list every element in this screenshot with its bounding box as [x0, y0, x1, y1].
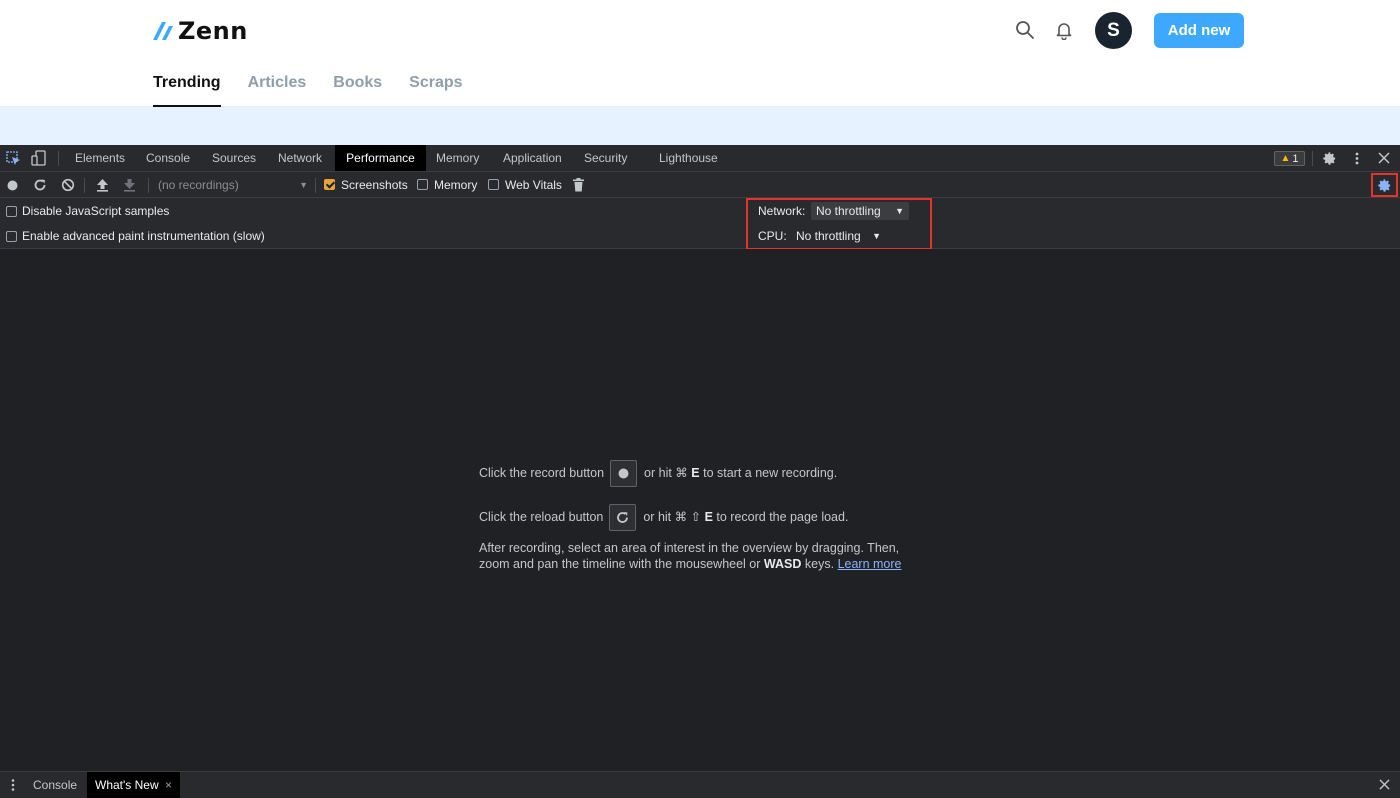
reload-shortcut-key: E	[704, 509, 713, 524]
inspect-element-icon[interactable]	[6, 151, 21, 169]
reload-hint: Click the reload button or hit ⌘ ⇧ E to …	[479, 504, 848, 531]
screenshots-checkbox[interactable]	[324, 179, 335, 190]
learn-more-link[interactable]: Learn more	[838, 557, 902, 571]
device-toolbar-icon[interactable]	[31, 150, 47, 169]
clear-icon[interactable]	[61, 178, 75, 195]
separator	[84, 178, 85, 193]
add-new-button[interactable]: Add new	[1154, 13, 1244, 48]
warning-count: 1	[1292, 152, 1299, 165]
tab-scraps[interactable]: Scraps	[409, 73, 462, 107]
devtools-panel: Elements Console Sources Network Perform…	[0, 145, 1400, 798]
zenn-logo[interactable]: Zenn	[153, 16, 248, 46]
logo-text: Zenn	[178, 17, 248, 45]
drawer-tab-console[interactable]: Console	[33, 772, 77, 798]
warning-badge[interactable]: ▲ 1	[1274, 151, 1305, 166]
record-hint-text: Click the record button	[479, 465, 605, 480]
devtools-tabbar: Elements Console Sources Network Perform…	[0, 145, 1400, 172]
disable-js-samples-label[interactable]: Disable JavaScript samples	[22, 204, 169, 218]
memory-label[interactable]: Memory	[434, 178, 477, 192]
tab-console[interactable]: Console	[146, 145, 190, 171]
more-options-icon[interactable]	[1353, 151, 1361, 169]
dropdown-arrow-icon: ▼	[299, 180, 308, 190]
gear-icon[interactable]	[1322, 151, 1337, 169]
web-vitals-checkbox[interactable]	[488, 179, 499, 190]
reload-shortcut-prefix: or hit ⌘ ⇧	[643, 509, 702, 524]
tab-elements[interactable]: Elements	[75, 145, 125, 171]
warning-icon: ▲	[1280, 153, 1291, 164]
upload-icon[interactable]	[96, 178, 109, 195]
reload-hint-text: Click the reload button	[479, 509, 604, 524]
tab-security[interactable]: Security	[584, 145, 627, 171]
tab-performance[interactable]: Performance	[335, 145, 426, 171]
performance-landing: Click the record button or hit ⌘ E to st…	[0, 249, 1400, 771]
tab-books[interactable]: Books	[333, 73, 382, 107]
instructions-text: zoom and pan the timeline with the mouse…	[479, 557, 761, 571]
tab-application[interactable]: Application	[503, 145, 562, 171]
tab-trending[interactable]: Trending	[153, 73, 221, 107]
web-vitals-label[interactable]: Web Vitals	[505, 178, 562, 192]
tab-memory[interactable]: Memory	[436, 145, 479, 171]
drawer-tab-whats-new-label: What's New	[95, 778, 159, 792]
record-hint: Click the record button or hit ⌘ E to st…	[479, 460, 837, 487]
tab-lighthouse[interactable]: Lighthouse	[659, 145, 718, 171]
close-drawer-icon[interactable]	[1379, 779, 1390, 793]
record-button[interactable]	[609, 460, 637, 487]
site-header: Zenn S Add new Trending Articles Books S…	[0, 0, 1400, 107]
instructions-line-2: zoom and pan the timeline with the mouse…	[479, 556, 902, 572]
separator	[58, 151, 59, 166]
record-hint-suffix: to start a new recording.	[703, 465, 838, 480]
reload-hint-suffix: to record the page load.	[716, 509, 849, 524]
record-shortcut-prefix: or hit ⌘	[644, 465, 688, 480]
download-icon[interactable]	[123, 178, 136, 195]
record-icon[interactable]	[7, 180, 18, 194]
advanced-paint-label[interactable]: Enable advanced paint instrumentation (s…	[22, 229, 265, 243]
record-shortcut-key: E	[691, 465, 700, 480]
zenn-logo-icon	[153, 22, 173, 40]
tab-sources[interactable]: Sources	[212, 145, 256, 171]
recordings-select[interactable]: (no recordings) ▼	[158, 172, 308, 198]
tab-articles[interactable]: Articles	[248, 73, 307, 107]
disable-js-samples-checkbox[interactable]	[6, 206, 17, 217]
separator	[315, 178, 316, 193]
search-icon[interactable]	[1015, 20, 1035, 40]
site-tabs: Trending Articles Books Scraps	[153, 73, 490, 107]
close-icon[interactable]	[1378, 152, 1390, 167]
bell-icon[interactable]	[1054, 20, 1074, 41]
avatar[interactable]: S	[1095, 12, 1132, 49]
advanced-paint-checkbox[interactable]	[6, 231, 17, 242]
throttle-highlight-box	[746, 198, 932, 250]
separator	[148, 178, 149, 193]
capture-settings-pane: Disable JavaScript samples Enable advanc…	[0, 198, 1400, 249]
tab-network[interactable]: Network	[278, 145, 322, 171]
recordings-select-value: (no recordings)	[158, 178, 239, 192]
drawer-tab-whats-new[interactable]: What's New ×	[87, 772, 180, 798]
memory-checkbox[interactable]	[417, 179, 428, 190]
instructions-line-1: After recording, select an area of inter…	[479, 541, 900, 555]
reload-record-icon[interactable]	[33, 178, 47, 195]
avatar-letter: S	[1107, 19, 1120, 41]
instructions-suffix: keys.	[804, 557, 835, 571]
devtools-drawer: Console What's New ×	[0, 771, 1400, 798]
page-content-strip	[0, 107, 1400, 145]
wasd-key: WASD	[763, 557, 802, 571]
settings-highlight-box	[1371, 173, 1398, 197]
garbage-collect-icon[interactable]	[573, 178, 584, 195]
drawer-menu-icon[interactable]	[10, 778, 16, 795]
screenshots-label[interactable]: Screenshots	[341, 178, 408, 192]
separator	[1312, 151, 1313, 166]
performance-toolbar: (no recordings) ▼ Screenshots Memory Web…	[0, 172, 1400, 198]
reload-button[interactable]	[608, 504, 636, 531]
close-tab-icon[interactable]: ×	[165, 778, 172, 792]
